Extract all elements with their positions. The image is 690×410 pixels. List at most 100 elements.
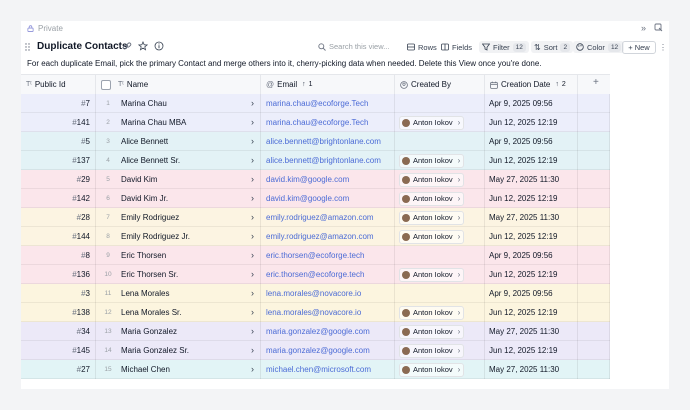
info-icon[interactable] xyxy=(154,41,164,51)
created-by-cell[interactable]: Anton Iokov › xyxy=(395,113,485,132)
chevron-right-icon[interactable]: › xyxy=(251,326,254,336)
name-cell[interactable]: 5 David Kim › xyxy=(96,170,261,189)
created-by-cell[interactable]: Anton Iokov › xyxy=(395,341,485,360)
public-id-cell[interactable]: #3 xyxy=(21,284,96,303)
filter-button[interactable]: Filter 12 xyxy=(479,41,529,53)
chevron-right-icon[interactable]: › xyxy=(458,213,461,222)
table-row[interactable]: #34 13 Maria Gonzalez › maria.gonzalez@g… xyxy=(21,322,610,341)
creation-date-cell[interactable]: Apr 9, 2025 09:56 xyxy=(485,284,578,303)
chevron-right-icon[interactable]: › xyxy=(251,364,254,374)
email-cell[interactable]: marina.chau@ecoforge.Tech xyxy=(261,113,395,132)
table-row[interactable]: #8 9 Eric Thorsen › eric.thorsen@ecoforg… xyxy=(21,246,610,265)
creation-date-cell[interactable]: Jun 12, 2025 12:19 xyxy=(485,341,578,360)
creation-date-cell[interactable]: Apr 9, 2025 09:56 xyxy=(485,94,578,113)
created-by-cell[interactable]: Anton Iokov › xyxy=(395,265,485,284)
table-row[interactable]: #7 1 Marina Chau › marina.chau@ecoforge.… xyxy=(21,94,610,113)
user-chip[interactable]: Anton Iokov › xyxy=(399,324,465,339)
email-cell[interactable]: lena.morales@novacore.io xyxy=(261,303,395,322)
chevron-right-icon[interactable]: › xyxy=(251,193,254,203)
created-by-cell[interactable] xyxy=(395,246,485,265)
name-cell[interactable]: 7 Emily Rodriguez › xyxy=(96,208,261,227)
chevron-right-icon[interactable]: › xyxy=(458,270,461,279)
color-button[interactable]: Color 12 xyxy=(573,41,625,53)
name-cell[interactable]: 11 Lena Morales › xyxy=(96,284,261,303)
created-by-cell[interactable] xyxy=(395,132,485,151)
public-id-cell[interactable]: #34 xyxy=(21,322,96,341)
chevron-right-icon[interactable]: › xyxy=(251,212,254,222)
email-cell[interactable]: eric.thorsen@ecoforge.tech xyxy=(261,246,395,265)
creation-date-cell[interactable]: Jun 12, 2025 12:19 xyxy=(485,151,578,170)
user-chip[interactable]: Anton Iokov › xyxy=(399,305,465,320)
creation-date-cell[interactable]: May 27, 2025 11:30 xyxy=(485,208,578,227)
name-cell[interactable]: 2 Marina Chau MBA › xyxy=(96,113,261,132)
creation-date-cell[interactable]: Apr 9, 2025 09:56 xyxy=(485,132,578,151)
chevron-right-icon[interactable]: › xyxy=(251,136,254,146)
user-chip[interactable]: Anton Iokov › xyxy=(399,210,465,225)
table-row[interactable]: #27 15 Michael Chen › michael.chen@micro… xyxy=(21,360,610,379)
email-cell[interactable]: marina.chau@ecoforge.Tech xyxy=(261,94,395,113)
user-chip[interactable]: Anton Iokov › xyxy=(399,153,465,168)
name-cell[interactable]: 9 Eric Thorsen › xyxy=(96,246,261,265)
chevron-right-icon[interactable]: › xyxy=(251,250,254,260)
column-header-email[interactable]: @ Email ↑ 1 xyxy=(261,75,395,94)
search-box[interactable]: Search this view... xyxy=(318,42,389,51)
more-options-icon[interactable]: ⋮ xyxy=(659,43,667,52)
chevron-right-icon[interactable]: › xyxy=(458,156,461,165)
email-cell[interactable]: emily.rodriguez@amazon.com xyxy=(261,208,395,227)
select-all-checkbox[interactable] xyxy=(101,79,111,90)
public-id-cell[interactable]: #8 xyxy=(21,246,96,265)
name-cell[interactable]: 15 Michael Chen › xyxy=(96,360,261,379)
chevron-right-icon[interactable]: › xyxy=(251,155,254,165)
chevron-right-icon[interactable]: › xyxy=(458,365,461,374)
name-cell[interactable]: 8 Emily Rodriguez Jr. › xyxy=(96,227,261,246)
email-cell[interactable]: david.kim@google.com xyxy=(261,170,395,189)
user-chip[interactable]: Anton Iokov › xyxy=(399,343,465,358)
created-by-cell[interactable]: Anton Iokov › xyxy=(395,360,485,379)
chevron-right-icon[interactable]: › xyxy=(458,175,461,184)
chevron-right-icon[interactable]: › xyxy=(458,346,461,355)
chevron-right-icon[interactable]: › xyxy=(251,117,254,127)
created-by-cell[interactable]: Anton Iokov › xyxy=(395,303,485,322)
table-row[interactable]: #137 4 Alice Bennett Sr. › alice.bennett… xyxy=(21,151,610,170)
chevron-right-icon[interactable]: › xyxy=(251,174,254,184)
email-cell[interactable]: michael.chen@microsoft.com xyxy=(261,360,395,379)
chevron-right-icon[interactable]: › xyxy=(251,269,254,279)
open-in-new-icon[interactable] xyxy=(654,23,663,32)
created-by-cell[interactable]: Anton Iokov › xyxy=(395,322,485,341)
email-cell[interactable]: maria.gonzalez@google.com xyxy=(261,322,395,341)
public-id-cell[interactable]: #7 xyxy=(21,94,96,113)
creation-date-cell[interactable]: Apr 9, 2025 09:56 xyxy=(485,246,578,265)
chevron-right-icon[interactable]: › xyxy=(251,288,254,298)
creation-date-cell[interactable]: Jun 12, 2025 12:19 xyxy=(485,189,578,208)
name-cell[interactable]: 14 Maria Gonzalez Sr. › xyxy=(96,341,261,360)
user-chip[interactable]: Anton Iokov › xyxy=(399,267,465,282)
chevron-right-icon[interactable]: › xyxy=(458,194,461,203)
creation-date-cell[interactable]: Jun 12, 2025 12:19 xyxy=(485,227,578,246)
creation-date-cell[interactable]: Jun 12, 2025 12:19 xyxy=(485,303,578,322)
user-chip[interactable]: Anton Iokov › xyxy=(399,172,465,187)
public-id-cell[interactable]: #137 xyxy=(21,151,96,170)
search-input[interactable]: Search this view... xyxy=(329,42,389,51)
name-cell[interactable]: 6 David Kim Jr. › xyxy=(96,189,261,208)
star-icon[interactable] xyxy=(138,41,148,51)
name-cell[interactable]: 4 Alice Bennett Sr. › xyxy=(96,151,261,170)
public-id-cell[interactable]: #28 xyxy=(21,208,96,227)
public-id-cell[interactable]: #5 xyxy=(21,132,96,151)
chevron-right-icon[interactable]: › xyxy=(251,231,254,241)
public-id-cell[interactable]: #142 xyxy=(21,189,96,208)
email-cell[interactable]: emily.rodriguez@amazon.com xyxy=(261,227,395,246)
creation-date-cell[interactable]: May 27, 2025 11:30 xyxy=(485,360,578,379)
email-cell[interactable]: maria.gonzalez@google.com xyxy=(261,341,395,360)
add-column-icon[interactable]: + xyxy=(593,77,599,88)
public-id-cell[interactable]: #27 xyxy=(21,360,96,379)
table-row[interactable]: #28 7 Emily Rodriguez › emily.rodriguez@… xyxy=(21,208,610,227)
chevron-right-icon[interactable]: › xyxy=(458,118,461,127)
column-header-creation-date[interactable]: Creation Date ↑ 2 xyxy=(485,75,578,94)
created-by-cell[interactable]: Anton Iokov › xyxy=(395,151,485,170)
new-button[interactable]: + New xyxy=(622,41,656,54)
column-header-name[interactable]: Tᵗ Name xyxy=(96,75,261,94)
name-cell[interactable]: 13 Maria Gonzalez › xyxy=(96,322,261,341)
creation-date-cell[interactable]: May 27, 2025 11:30 xyxy=(485,322,578,341)
created-by-cell[interactable] xyxy=(395,284,485,303)
public-id-cell[interactable]: #29 xyxy=(21,170,96,189)
